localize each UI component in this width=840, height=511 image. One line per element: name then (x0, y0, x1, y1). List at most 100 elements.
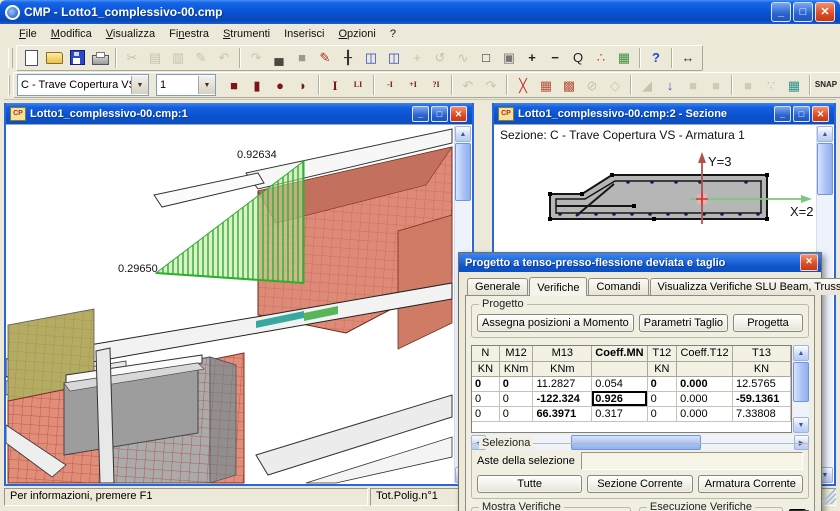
table-cell[interactable]: 0 (472, 376, 499, 391)
table-cell[interactable]: T13 (732, 346, 790, 361)
section-window-title-bar[interactable]: CP Lotto1_complessivo-00.cmp:2 - Sezione… (494, 103, 834, 124)
scroll-up-icon[interactable]: ▲ (817, 126, 833, 142)
progetta-button[interactable]: Progetta (733, 314, 803, 332)
table-cell[interactable]: 0 (647, 406, 677, 421)
undo-icon[interactable]: ↶ (213, 47, 235, 69)
menu-item-[interactable]: ? (383, 26, 403, 42)
grid-icon[interactable]: ▦ (783, 74, 805, 96)
table-cell[interactable]: 0 (647, 391, 677, 406)
table-cell[interactable]: KNm (533, 361, 592, 376)
table-cell[interactable]: -59.1361 (732, 391, 790, 406)
scroll-thumb[interactable] (455, 143, 471, 201)
region-icon[interactable]: ■ (737, 74, 759, 96)
table-cell[interactable]: 11.2827 (533, 376, 592, 391)
table-cell[interactable]: 0 (472, 406, 499, 421)
table-cell[interactable]: 0 (499, 391, 533, 406)
section-li-icon[interactable]: LI (347, 74, 369, 96)
ibeam-query-icon[interactable]: ?I (425, 74, 447, 96)
child-close-button[interactable]: ✕ (450, 106, 467, 122)
insert-node-icon[interactable]: ↓ (659, 74, 681, 96)
rotate-left-icon[interactable]: ↶ (457, 74, 479, 96)
table-cell[interactable]: 0 (647, 376, 677, 391)
delete-mesh-icon[interactable]: ╳ (512, 74, 534, 96)
pan-hand-icon[interactable]: ╂ (337, 47, 359, 69)
paste-icon[interactable]: ▥ (167, 47, 189, 69)
table-cell[interactable]: Coeff.T12 (677, 346, 733, 361)
ibeam-plus-icon[interactable]: +I (402, 74, 424, 96)
table-cell[interactable]: 0.317 (592, 406, 647, 421)
open-icon[interactable] (43, 47, 65, 69)
window-vsplit-icon[interactable]: ◫ (360, 47, 382, 69)
dialog-close-button[interactable]: ✕ (800, 254, 818, 271)
table-cell[interactable]: 7.33808 (732, 406, 790, 421)
zoom-in-icon[interactable]: + (521, 47, 543, 69)
context-help-icon[interactable]: ? (645, 47, 667, 69)
new-icon[interactable] (20, 47, 42, 69)
chevron-down-icon[interactable]: ▼ (131, 76, 148, 94)
tab-comandi[interactable]: Comandi (588, 278, 648, 295)
table-cell[interactable]: 0 (499, 376, 533, 391)
child2-minimize-button[interactable]: _ (774, 106, 791, 122)
dimension-icon[interactable]: ↔ (677, 47, 699, 69)
table-cell[interactable]: 66.3971 (533, 406, 592, 421)
mark-area-icon[interactable]: ✎ (314, 47, 336, 69)
assegna-posizioni-a-momento-button[interactable]: Assegna posizioni a Momento (477, 314, 634, 332)
menu-item-strumenti[interactable]: Strumenti (216, 26, 277, 42)
tutte-button[interactable]: Tutte (477, 475, 582, 493)
section-rect-icon[interactable]: ▮ (246, 74, 268, 96)
ibeam-minus-icon[interactable]: -I (379, 74, 401, 96)
menu-item-opzioni[interactable]: Opzioni (331, 26, 382, 42)
table-cell[interactable]: Coeff.MN (592, 346, 647, 361)
table-cell[interactable]: T12 (647, 346, 677, 361)
menu-item-visualizza[interactable]: Visualizza (99, 26, 162, 42)
number-combo[interactable]: 1 ▼ (156, 74, 216, 96)
print-icon[interactable] (89, 47, 111, 69)
table-cell[interactable]: M12 (499, 346, 533, 361)
section-square-icon[interactable]: ■ (223, 74, 245, 96)
table-cell[interactable]: 0.000 (677, 376, 733, 391)
model-viewport[interactable]: 0.92634 0.29650 ▲ ▼ (6, 124, 472, 484)
copy-icon[interactable]: ▤ (144, 47, 166, 69)
table-cell[interactable]: 12.5765 (732, 376, 790, 391)
table-cell[interactable]: 0.054 (592, 376, 647, 391)
shape-tool-icon[interactable]: ◇ (604, 74, 626, 96)
section-combo[interactable]: C - Trave Copertura VS ▼ (17, 74, 149, 96)
table-cell[interactable] (677, 361, 733, 376)
format-brush-icon[interactable]: ✎ (190, 47, 212, 69)
move-icon[interactable]: + (406, 47, 428, 69)
3d-structural-model[interactable]: 0.92634 0.29650 (6, 125, 456, 484)
child2-maximize-button[interactable]: □ (793, 106, 810, 122)
cut-icon[interactable]: ✂ (121, 47, 143, 69)
zoom-dynamic-icon[interactable]: Q (567, 47, 589, 69)
scroll-up-icon[interactable]: ▲ (455, 126, 471, 142)
model-window-title-bar[interactable]: CP Lotto1_complessivo-00.cmp:1 _ □ ✕ (6, 103, 472, 124)
table-cell[interactable]: KN (472, 361, 499, 376)
table-cell[interactable]: KN (647, 361, 677, 376)
parametri-taglio-button[interactable]: Parametri Taglio (639, 314, 728, 332)
resize-grip[interactable] (822, 488, 836, 504)
menu-item-file[interactable]: File (12, 26, 44, 42)
child-maximize-button[interactable]: □ (431, 106, 448, 122)
no-check-icon[interactable]: ⊘ (581, 74, 603, 96)
menu-item-finestra[interactable]: Finestra (162, 26, 216, 42)
scroll-thumb[interactable] (817, 143, 833, 195)
table-vertical-scrollbar[interactable]: ▲ ▼ (793, 345, 809, 433)
maximize-button[interactable]: □ (793, 2, 813, 22)
verification-table[interactable]: NM12M13Coeff.MNT12Coeff.T12T13KNKNmKNmKN… (471, 345, 792, 433)
zoom-previous-icon[interactable]: ▣ (498, 47, 520, 69)
child-minimize-button[interactable]: _ (412, 106, 429, 122)
render-image-icon[interactable]: ▦ (613, 47, 635, 69)
chevron-down-icon[interactable]: ▼ (198, 76, 215, 94)
rotate-right-icon[interactable]: ↷ (480, 74, 502, 96)
armatura-corrente-button[interactable]: Armatura Corrente (698, 475, 803, 493)
scatter-points-icon[interactable]: ∵ (760, 74, 782, 96)
freehand-icon[interactable]: ∿ (452, 47, 474, 69)
table-cell[interactable]: M13 (533, 346, 592, 361)
table-cell[interactable]: N (472, 346, 499, 361)
minimize-button[interactable]: _ (771, 2, 791, 22)
tab-generale[interactable]: Generale (467, 278, 528, 295)
plot-icon[interactable]: ▄ (268, 47, 290, 69)
zoom-out-icon[interactable]: − (544, 47, 566, 69)
mesh-coarse-icon[interactable]: ▩ (558, 74, 580, 96)
table-cell[interactable]: 0 (472, 391, 499, 406)
